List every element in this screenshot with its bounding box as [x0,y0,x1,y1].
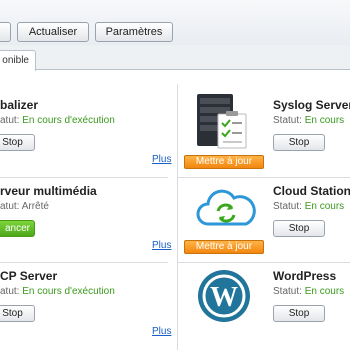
column-divider [177,84,178,350]
status-value: Arrêté [21,201,49,212]
stop-button[interactable]: Stop [0,305,35,322]
run-button[interactable]: ancer [0,220,35,237]
row-divider [0,262,168,263]
package-status: Statut: En cours [273,115,344,126]
stop-button[interactable]: Stop [273,305,325,322]
tab-strip: onible [0,45,350,71]
package-title: WordPress [273,269,337,283]
row-divider [0,177,168,178]
package-center-window: Actualiser Paramètres onible balizer atu… [0,0,350,350]
package-status: atut: En cours d'exécution [0,115,115,126]
stop-button[interactable]: Stop [273,134,325,151]
package-status: atut: Arrêté [0,201,49,212]
package-title: Syslog Server [273,98,350,112]
syslog-server-icon [194,92,250,157]
more-link[interactable]: Plus [152,154,171,165]
tab-available[interactable]: onible [0,50,36,71]
status-value: En cours [304,286,345,297]
status-prefix: atut: [0,115,20,126]
more-link[interactable]: Plus [152,240,171,251]
cloud-sync-icon [194,184,256,235]
update-button[interactable]: Mettre à jour [184,240,264,254]
toolbar: Actualiser Paramètres [0,0,350,45]
package-status: Statut: En cours [273,201,344,212]
status-value: En cours [304,115,345,126]
row-divider [178,177,350,178]
status-value: En cours d'exécution [22,115,115,126]
status-prefix: Statut: [273,115,302,126]
stop-button[interactable]: Stop [0,134,35,151]
svg-text:W: W [210,282,238,313]
stop-button[interactable]: Stop [273,220,325,237]
package-title: balizer [0,98,39,112]
update-button[interactable]: Mettre à jour [184,155,264,169]
more-link[interactable]: Plus [152,326,171,337]
status-value: En cours d'exécution [22,286,115,297]
toolbar-button-partial[interactable] [0,22,11,42]
wordpress-icon: W [196,268,252,327]
package-title: rveur multimédia [0,184,97,198]
status-prefix: Statut: [273,201,302,212]
settings-button[interactable]: Paramètres [95,22,173,42]
package-status: atut: En cours d'exécution [0,286,115,297]
package-grid: balizer atut: En cours d'exécution Stop … [0,70,350,350]
status-prefix: atut: [0,201,20,212]
refresh-button[interactable]: Actualiser [17,22,89,42]
status-value: En cours [304,201,345,212]
status-prefix: atut: [0,286,20,297]
status-prefix: Statut: [273,286,302,297]
package-title: CP Server [0,269,58,283]
row-divider [178,262,350,263]
package-title: Cloud Station [273,184,350,198]
package-status: Statut: En cours [273,286,344,297]
